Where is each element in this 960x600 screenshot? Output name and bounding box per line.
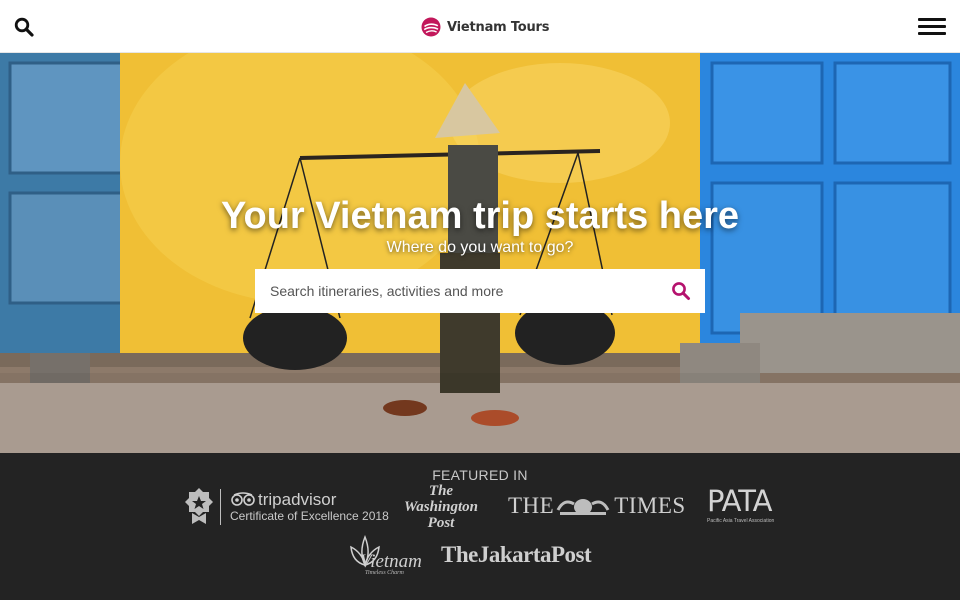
tripadvisor-certificate-text: Certificate of Excellence 2018: [230, 509, 389, 523]
trip-search-input[interactable]: [255, 269, 655, 313]
hero-title: Your Vietnam trip starts here: [220, 195, 740, 237]
washington-post-line: The: [428, 483, 454, 499]
royal-crest-icon: [556, 499, 610, 515]
menu-bar: [918, 32, 946, 35]
featured-in-label: FEATURED IN: [432, 467, 528, 483]
tripadvisor-logo-text: tripadvisor: [258, 490, 337, 509]
the-times-right: TIMES: [614, 493, 686, 518]
brand-name: Vietnam Tours: [447, 19, 550, 35]
pata-logo: PATA: [707, 484, 773, 518]
trip-search-box: [255, 269, 705, 313]
menu-bar: [918, 18, 946, 21]
featured-in-section: FEATURED IN tripadvisor Certificate of E…: [0, 453, 960, 600]
vietnam-tagline: Timeless Charm: [365, 570, 404, 576]
search-icon[interactable]: [671, 281, 691, 301]
jakarta-post-logo: TheJakartaPost: [441, 542, 592, 567]
pata-caption: Pacific Asia Travel Association: [707, 518, 775, 524]
vietnam-tours-logo-icon: [421, 17, 441, 37]
top-navigation-bar: Vietnam Tours: [0, 0, 960, 53]
hero-subtitle: Where do you want to go?: [386, 239, 574, 256]
brand-logo[interactable]: Vietnam Tours: [421, 16, 549, 38]
washington-post-line: Washington: [404, 499, 478, 515]
certificate-badge-icon: [185, 488, 213, 524]
logo-divider: [220, 489, 221, 525]
the-times-left: THE: [508, 493, 555, 518]
menu-bar: [918, 25, 946, 28]
search-icon[interactable]: [14, 17, 34, 37]
tripadvisor-owl-icon: [231, 492, 255, 506]
hamburger-menu-icon[interactable]: [918, 17, 946, 37]
washington-post-line: Post: [427, 515, 455, 531]
washington-post-logo: The Washington Post: [403, 483, 479, 531]
hero-banner: Your Vietnam trip starts here Where do y…: [0, 53, 960, 453]
